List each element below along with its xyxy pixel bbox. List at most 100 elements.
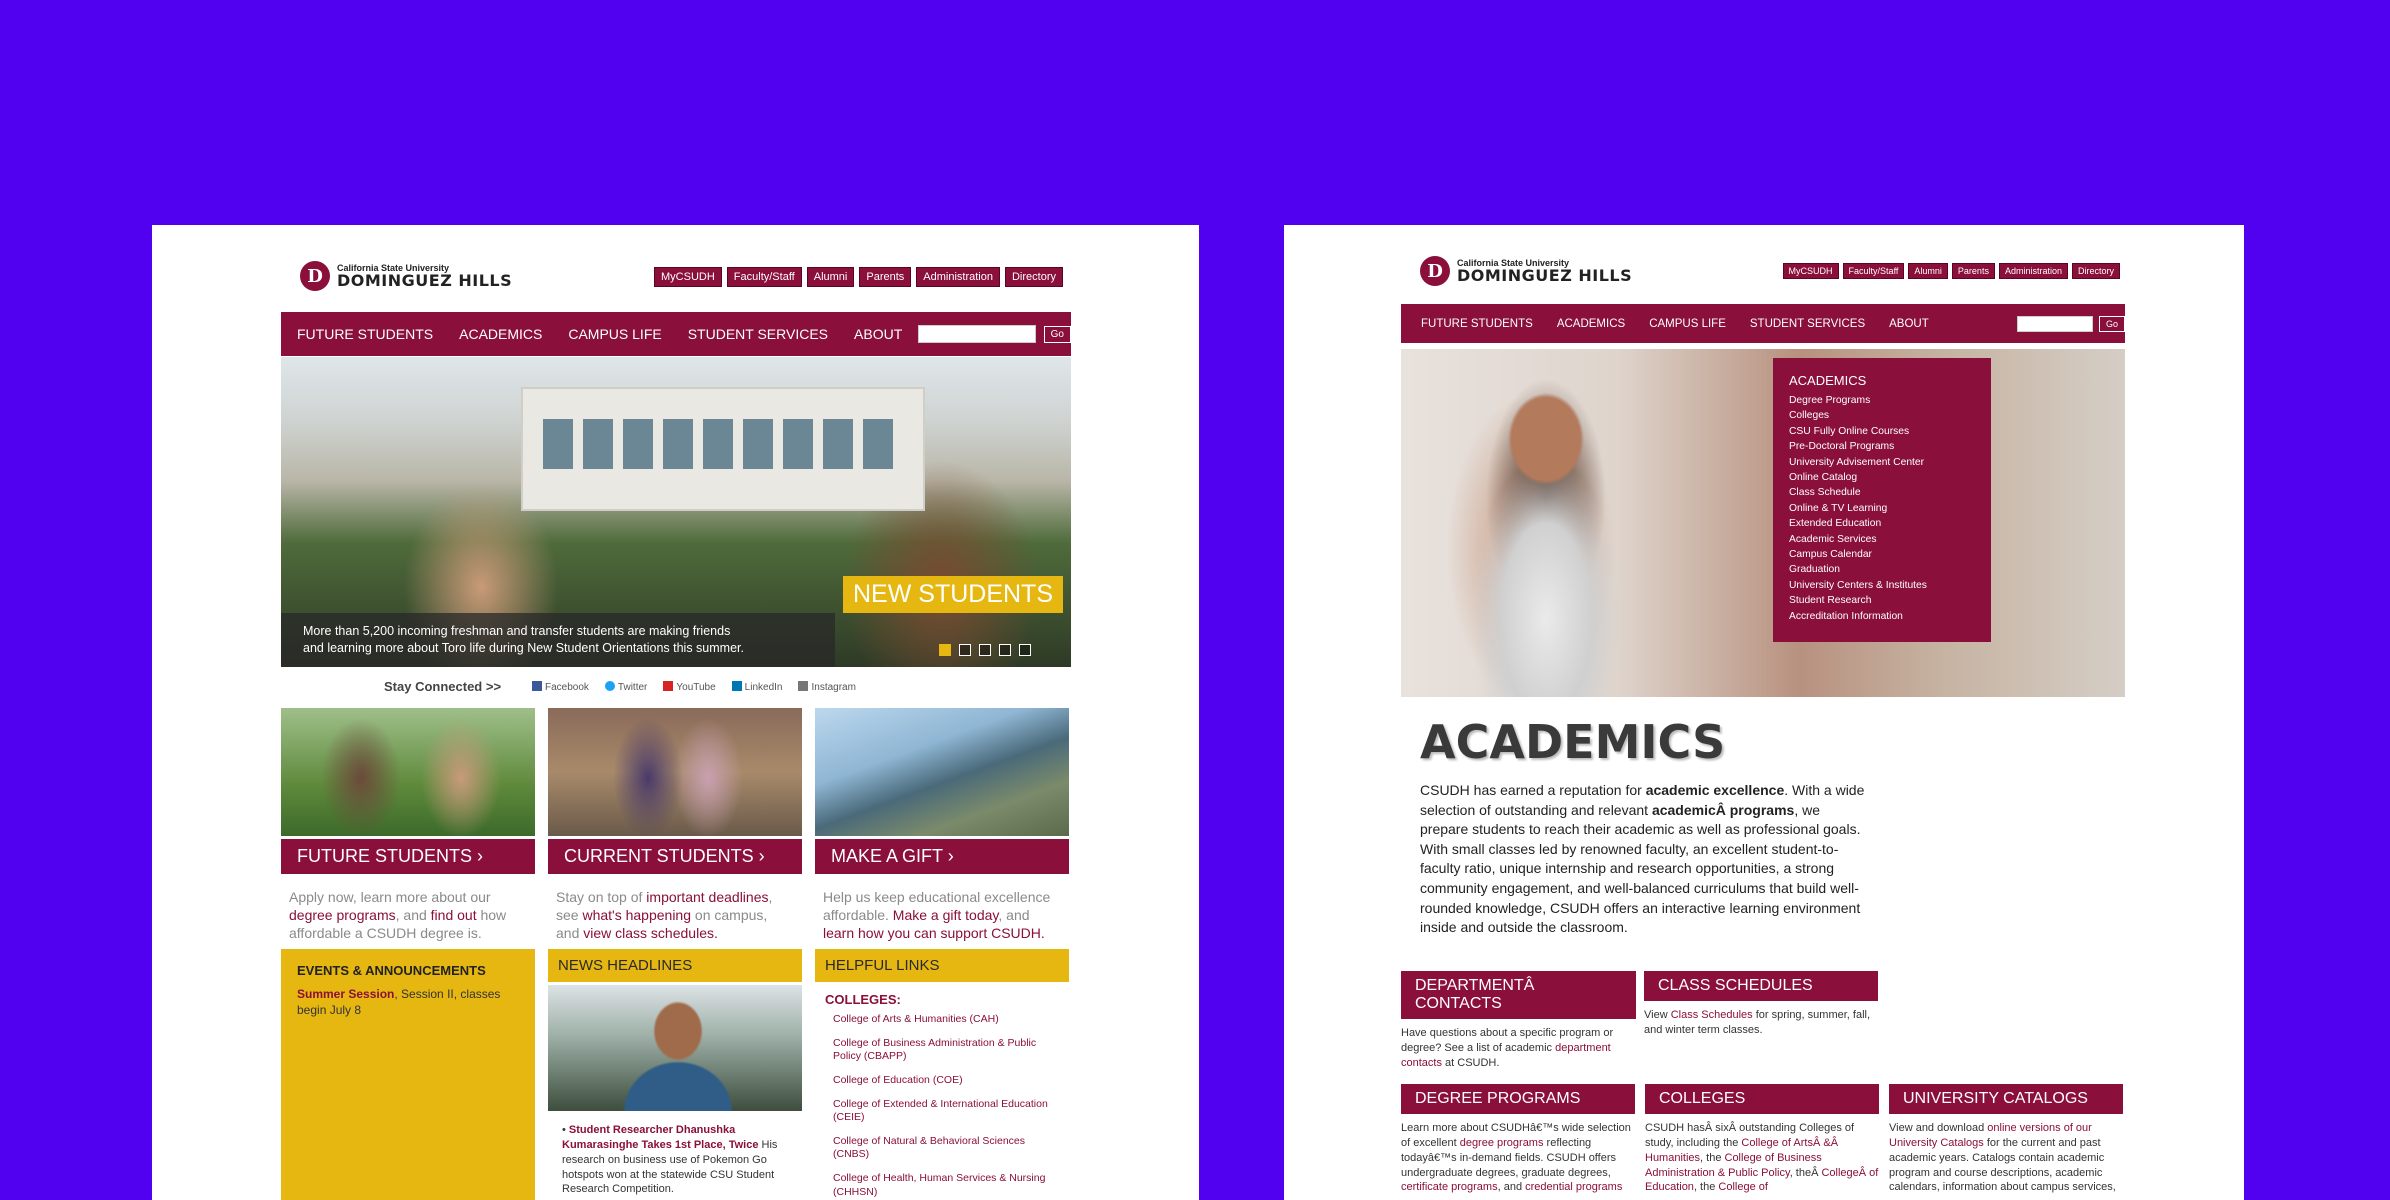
college-link[interactable]: College of Natural & Behavioral Sciences… bbox=[833, 1135, 1059, 1162]
dropdown-item-academic-services[interactable]: Academic Services bbox=[1789, 532, 1975, 547]
search-input[interactable] bbox=[918, 325, 1036, 343]
utility-link-mycsudh[interactable]: MyCSUDH bbox=[654, 267, 722, 287]
link-support-csudh[interactable]: learn how you can support CSUDH. bbox=[823, 925, 1045, 941]
box-text: Learn more about CSUDHâ€™s wide selectio… bbox=[1401, 1122, 1631, 1194]
nav-future-students[interactable]: FUTURE STUDENTS bbox=[297, 326, 433, 342]
dropdown-item-extended-education[interactable]: Extended Education bbox=[1789, 516, 1975, 531]
utility-link-faculty-staff[interactable]: Faculty/Staff bbox=[726, 267, 802, 287]
card-title[interactable]: FUTURE STUDENTS › bbox=[281, 839, 535, 874]
slide-dot-2[interactable] bbox=[959, 644, 971, 656]
college-link[interactable]: College of Arts & Humanities (CAH) bbox=[833, 1013, 1059, 1027]
news-heading: NEWS HEADLINES bbox=[548, 949, 802, 982]
link-credential-programs[interactable]: credential programs bbox=[1525, 1181, 1622, 1193]
college-link[interactable]: College of Extended & International Educ… bbox=[833, 1098, 1059, 1125]
college-link[interactable]: College of Business Administration & Pub… bbox=[833, 1037, 1059, 1064]
linkedin-icon bbox=[731, 681, 742, 691]
utility-link-administration[interactable]: Administration bbox=[1998, 263, 2068, 279]
current-students-photo[interactable] bbox=[548, 708, 802, 836]
dropdown-item-campus-calendar[interactable]: Campus Calendar bbox=[1789, 547, 1975, 562]
news-item-title[interactable]: Student Researcher Dhanushka Kumarasingh… bbox=[562, 1124, 758, 1151]
link-whats-happening[interactable]: what's happening bbox=[582, 907, 691, 923]
dropdown-item-pre-doctoral[interactable]: Pre-Doctoral Programs bbox=[1789, 439, 1975, 454]
link-certificate-programs[interactable]: certificate programs bbox=[1401, 1181, 1498, 1193]
nav-student-services[interactable]: STUDENT SERVICES bbox=[1750, 318, 1865, 330]
social-youtube[interactable]: YouTube bbox=[663, 681, 716, 693]
slide-dot-1[interactable] bbox=[939, 644, 951, 656]
search-go-button[interactable]: Go bbox=[1043, 325, 1071, 343]
social-instagram[interactable]: Instagram bbox=[798, 681, 856, 693]
utility-link-parents[interactable]: Parents bbox=[1951, 263, 1995, 279]
dropdown-item-degree-programs[interactable]: Degree Programs bbox=[1789, 393, 1975, 408]
card-text: Apply now, learn more about our degree p… bbox=[289, 889, 507, 942]
dropdown-item-graduation[interactable]: Graduation bbox=[1789, 562, 1975, 577]
link-important-deadlines[interactable]: important deadlines bbox=[646, 889, 768, 905]
university-logo[interactable]: D California State University DOMINGUEZ … bbox=[1420, 256, 1632, 286]
social-twitter[interactable]: Twitter bbox=[604, 681, 647, 693]
nav-student-services[interactable]: STUDENT SERVICES bbox=[688, 326, 828, 342]
box-title[interactable]: DEGREE PROGRAMS bbox=[1401, 1084, 1635, 1114]
hero-slideshow[interactable]: More than 5,200 incoming freshman and tr… bbox=[281, 357, 1071, 667]
utility-link-mycsudh[interactable]: MyCSUDH bbox=[1782, 263, 1839, 279]
social-facebook[interactable]: Facebook bbox=[532, 681, 589, 693]
dropdown-item-advisement[interactable]: University Advisement Center bbox=[1789, 455, 1975, 470]
homepage-panel: D California State University DOMINGUEZ … bbox=[152, 225, 1199, 1200]
future-students-photo[interactable] bbox=[281, 708, 535, 836]
dropdown-item-online-courses[interactable]: CSU Fully Online Courses bbox=[1789, 424, 1975, 439]
college-link[interactable]: College of Education (COE) bbox=[833, 1074, 1059, 1088]
academics-dropdown-menu: ACADEMICS Degree Programs Colleges CSU F… bbox=[1773, 358, 1991, 642]
nav-campus-life[interactable]: CAMPUS LIFE bbox=[1649, 318, 1726, 330]
college-link[interactable]: College of Health, Human Services & Nurs… bbox=[833, 1172, 1059, 1199]
box-title[interactable]: CLASS SCHEDULES bbox=[1644, 971, 1878, 1001]
link-find-out[interactable]: find out bbox=[431, 907, 477, 923]
card-title[interactable]: CURRENT STUDENTS › bbox=[548, 839, 802, 874]
utility-link-administration[interactable]: Administration bbox=[916, 267, 1000, 287]
academics-hero-image bbox=[1401, 349, 2125, 697]
page-title: ACADEMICS bbox=[1420, 715, 1726, 769]
slide-dot-4[interactable] bbox=[999, 644, 1011, 656]
utility-link-alumni[interactable]: Alumni bbox=[1908, 263, 1948, 279]
link-degree-programs[interactable]: degree programs bbox=[1460, 1137, 1544, 1149]
dropdown-item-centers[interactable]: University Centers & Institutes bbox=[1789, 578, 1975, 593]
social-linkedin[interactable]: LinkedIn bbox=[731, 681, 782, 693]
link-make-a-gift-today[interactable]: Make a gift today bbox=[893, 907, 999, 923]
nav-about[interactable]: ABOUT bbox=[854, 326, 902, 342]
dropdown-heading[interactable]: ACADEMICS bbox=[1773, 358, 1991, 393]
utility-link-directory[interactable]: Directory bbox=[1004, 267, 1063, 287]
slide-dot-3[interactable] bbox=[979, 644, 991, 656]
dropdown-item-accreditation[interactable]: Accreditation Information bbox=[1789, 609, 1975, 624]
colleges-box: COLLEGES CSUDH hasÂ sixÂ outstanding Col… bbox=[1645, 1084, 1879, 1195]
slide-dot-5[interactable] bbox=[1019, 644, 1031, 656]
link-degree-programs[interactable]: degree programs bbox=[289, 907, 396, 923]
utility-link-parents[interactable]: Parents bbox=[859, 267, 912, 287]
dropdown-item-online-catalog[interactable]: Online Catalog bbox=[1789, 470, 1975, 485]
box-title[interactable]: UNIVERSITY CATALOGS bbox=[1889, 1084, 2123, 1114]
search-input[interactable] bbox=[2016, 315, 2093, 332]
utility-link-faculty-staff[interactable]: Faculty/Staff bbox=[1842, 263, 1905, 279]
nav-academics[interactable]: ACADEMICS bbox=[459, 326, 542, 342]
nav-future-students[interactable]: FUTURE STUDENTS bbox=[1421, 318, 1533, 330]
stay-connected-label: Stay Connected >> bbox=[384, 679, 502, 694]
nav-about[interactable]: ABOUT bbox=[1889, 318, 1929, 330]
nav-academics[interactable]: ACADEMICS bbox=[1557, 318, 1625, 330]
dropdown-item-online-tv[interactable]: Online & TV Learning bbox=[1789, 501, 1975, 516]
card-title[interactable]: MAKE A GIFT › bbox=[815, 839, 1069, 874]
university-logo[interactable]: D California State University DOMINGUEZ … bbox=[300, 261, 512, 291]
box-title[interactable]: COLLEGES bbox=[1645, 1084, 1879, 1114]
link-view-class-schedules[interactable]: view class schedules. bbox=[583, 925, 718, 941]
dropdown-item-colleges[interactable]: Colleges bbox=[1789, 408, 1975, 423]
dropdown-item-student-research[interactable]: Student Research bbox=[1789, 593, 1975, 608]
search-go-button[interactable]: Go bbox=[2098, 315, 2125, 332]
link-college-of[interactable]: College of bbox=[1718, 1181, 1768, 1193]
utility-link-directory[interactable]: Directory bbox=[2071, 263, 2120, 279]
link-class-schedules[interactable]: Class Schedules bbox=[1671, 1009, 1753, 1021]
utility-link-alumni[interactable]: Alumni bbox=[806, 267, 855, 287]
nav-campus-life[interactable]: CAMPUS LIFE bbox=[568, 326, 661, 342]
campus-sculpture-photo[interactable] bbox=[815, 708, 1069, 836]
link-summer-session[interactable]: Summer Session bbox=[297, 987, 394, 1001]
hero-badge[interactable]: NEW STUDENTS bbox=[843, 576, 1063, 613]
logo-emblem-icon: D bbox=[1420, 256, 1450, 286]
social-links: Facebook Twitter YouTube LinkedIn Instag… bbox=[532, 681, 856, 693]
dropdown-item-class-schedule[interactable]: Class Schedule bbox=[1789, 485, 1975, 500]
box-title[interactable]: DEPARTMENTÂ CONTACTS bbox=[1401, 971, 1636, 1019]
news-photo[interactable] bbox=[548, 985, 802, 1111]
